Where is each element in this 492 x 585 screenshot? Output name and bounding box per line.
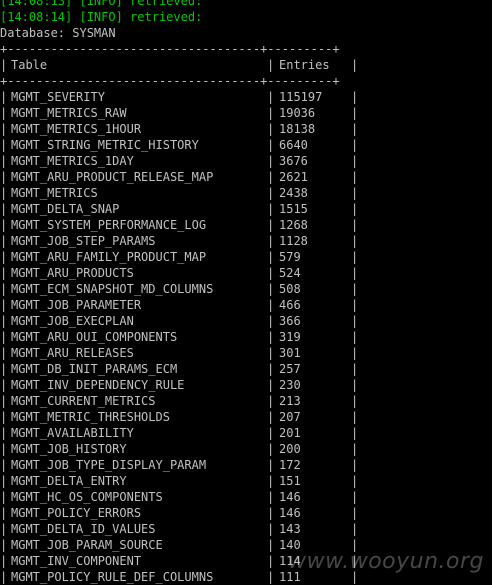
table-row: | MGMT_METRICS_1HOUR | 18138 |: [0, 122, 359, 136]
table-name-cell: MGMT_METRICS_1DAY: [11, 154, 134, 168]
table-row: | MGMT_METRICS | 2438 |: [0, 186, 359, 200]
table-name-cell: MGMT_JOB_STEP_PARAMS: [11, 234, 156, 248]
table-row: | MGMT_SYSTEM_PERFORMANCE_LOG | 1268 |: [0, 218, 359, 232]
table-name-cell: MGMT_JOB_TYPE_DISPLAY_PARAM: [11, 458, 207, 472]
table-name-cell: MGMT_POLICY_ERRORS: [11, 506, 142, 520]
table-name-cell: MGMT_ARU_PRODUCTS: [11, 266, 134, 280]
log-line: [14:08:13] [INFO] retrieved:: [0, 0, 203, 8]
entries-cell: 146: [279, 506, 301, 520]
entries-cell: 200: [279, 442, 301, 456]
log-line: [14:08:14] [INFO] retrieved:: [0, 10, 203, 24]
table-name-cell: MGMT_AVAILABILITY: [11, 426, 134, 440]
table-name-cell: MGMT_JOB_PARAM_SOURCE: [11, 538, 163, 552]
table-row: | MGMT_METRIC_THRESHOLDS | 207 |: [0, 410, 359, 424]
table-row: | MGMT_JOB_HISTORY | 200 |: [0, 442, 359, 456]
entries-cell: 230: [279, 378, 301, 392]
table-name-cell: MGMT_METRICS: [11, 186, 98, 200]
table-row: | MGMT_POLICY_ERRORS | 146 |: [0, 506, 359, 520]
entries-cell: 366: [279, 314, 301, 328]
entries-cell: 143: [279, 522, 301, 536]
table-name-cell: MGMT_INV_DEPENDENCY_RULE: [11, 378, 185, 392]
entries-cell: 524: [279, 266, 301, 280]
table-name-cell: MGMT_ECM_SNAPSHOT_MD_COLUMNS: [11, 282, 214, 296]
table-row: | MGMT_HC_OS_COMPONENTS | 146 |: [0, 490, 359, 504]
table-name-cell: MGMT_SEVERITY: [11, 90, 105, 104]
table-name-cell: MGMT_ARU_PRODUCT_RELEASE_MAP: [11, 170, 214, 184]
table-name-cell: MGMT_METRIC_THRESHOLDS: [11, 410, 170, 424]
table-row: | MGMT_STRING_METRIC_HISTORY | 6640 |: [0, 138, 359, 152]
table-row: | MGMT_CURRENT_METRICS | 213 |: [0, 394, 359, 408]
entries-cell: 207: [279, 410, 301, 424]
table-row: | MGMT_JOB_TYPE_DISPLAY_PARAM | 172 |: [0, 458, 359, 472]
table-row: | MGMT_ARU_RELEASES | 301 |: [0, 346, 359, 360]
table-name-cell: MGMT_JOB_HISTORY: [11, 442, 127, 456]
table-name-cell: MGMT_DELTA_ID_VALUES: [11, 522, 156, 536]
entries-cell: 579: [279, 250, 301, 264]
entries-cell: 1128: [279, 234, 308, 248]
table-name-cell: MGMT_JOB_EXECPLAN: [11, 314, 134, 328]
table-row: | MGMT_ARU_PRODUCT_RELEASE_MAP | 2621 |: [0, 170, 359, 184]
column-header-entries: Entries: [279, 58, 330, 72]
entries-cell: 115197: [279, 90, 323, 104]
table-name-cell: MGMT_INV_COMPONENT: [11, 554, 142, 568]
entries-cell: 146: [279, 490, 301, 504]
entries-cell: 201: [279, 426, 301, 440]
table-row: | MGMT_ARU_OUI_COMPONENTS | 319 |: [0, 330, 359, 344]
entries-cell: 151: [279, 474, 301, 488]
table-name-cell: MGMT_SYSTEM_PERFORMANCE_LOG: [11, 218, 207, 232]
table-name-cell: MGMT_DELTA_SNAP: [11, 202, 120, 216]
table-header-row: | Table | Entries |: [0, 58, 359, 72]
entries-cell: 257: [279, 362, 301, 376]
entries-cell: 172: [279, 458, 301, 472]
table-name-cell: MGMT_DB_INIT_PARAMS_ECM: [11, 362, 178, 376]
entries-cell: 466: [279, 298, 301, 312]
table-name-cell: MGMT_ARU_FAMILY_PRODUCT_MAP: [11, 250, 207, 264]
table-row: | MGMT_AVAILABILITY | 201 |: [0, 426, 359, 440]
table-name-cell: MGMT_ARU_OUI_COMPONENTS: [11, 330, 178, 344]
table-row: | MGMT_METRICS_RAW | 19036 |: [0, 106, 359, 120]
entries-cell: 3676: [279, 154, 308, 168]
console-output: [14:08:13] [INFO] retrieved: [14:08:14] …: [0, 0, 492, 585]
table-row: | MGMT_SEVERITY | 115197 |: [0, 90, 359, 104]
table-name-cell: MGMT_METRICS_RAW: [11, 106, 127, 120]
entries-cell: 301: [279, 346, 301, 360]
entries-cell: 6640: [279, 138, 308, 152]
table-border-top: +-----------------------------------+---…: [0, 42, 340, 56]
table-name-cell: MGMT_CURRENT_METRICS: [11, 394, 156, 408]
database-line: Database: SYSMAN: [0, 26, 116, 40]
entries-cell: 2621: [279, 170, 308, 184]
table-name-cell: MGMT_STRING_METRIC_HISTORY: [11, 138, 199, 152]
table-row: | MGMT_JOB_STEP_PARAMS | 1128 |: [0, 234, 359, 248]
table-row: | MGMT_ARU_FAMILY_PRODUCT_MAP | 579 |: [0, 250, 359, 264]
table-row: | MGMT_INV_DEPENDENCY_RULE | 230 |: [0, 378, 359, 392]
entries-cell: 319: [279, 330, 301, 344]
table-name-cell: MGMT_POLICY_RULE_DEF_COLUMNS: [11, 570, 214, 584]
table-name-cell: MGMT_DELTA_ENTRY: [11, 474, 127, 488]
entries-cell: 508: [279, 282, 301, 296]
entries-cell: 213: [279, 394, 301, 408]
table-row: | MGMT_DELTA_ENTRY | 151 |: [0, 474, 359, 488]
entries-cell: 1515: [279, 202, 308, 216]
table-row: | MGMT_DELTA_ID_VALUES | 143 |: [0, 522, 359, 536]
entries-cell: 19036: [279, 106, 316, 120]
table-name-cell: MGMT_JOB_PARAMETER: [11, 298, 142, 312]
table-row: | MGMT_ARU_PRODUCTS | 524 |: [0, 266, 359, 280]
table-row: | MGMT_DB_INIT_PARAMS_ECM | 257 |: [0, 362, 359, 376]
table-border-header: +-----------------------------------+---…: [0, 74, 340, 88]
entries-cell: 2438: [279, 186, 308, 200]
table-row: | MGMT_ECM_SNAPSHOT_MD_COLUMNS | 508 |: [0, 282, 359, 296]
entries-cell: 18138: [279, 122, 316, 136]
column-header-table: Table: [11, 58, 48, 72]
table-row: | MGMT_JOB_PARAMETER | 466 |: [0, 298, 359, 312]
table-name-cell: MGMT_METRICS_1HOUR: [11, 122, 142, 136]
table-row: | MGMT_METRICS_1DAY | 3676 |: [0, 154, 359, 168]
table-name-cell: MGMT_ARU_RELEASES: [11, 346, 134, 360]
table-body: | MGMT_SEVERITY | 115197 | | MGMT_METRICS_RAW |…: [0, 89, 492, 585]
watermark: www.wooyun.org: [288, 549, 484, 574]
table-row: | MGMT_JOB_EXECPLAN | 366 |: [0, 314, 359, 328]
table-row: | MGMT_DELTA_SNAP | 1515 |: [0, 202, 359, 216]
table-name-cell: MGMT_HC_OS_COMPONENTS: [11, 490, 163, 504]
entries-cell: 1268: [279, 218, 308, 232]
